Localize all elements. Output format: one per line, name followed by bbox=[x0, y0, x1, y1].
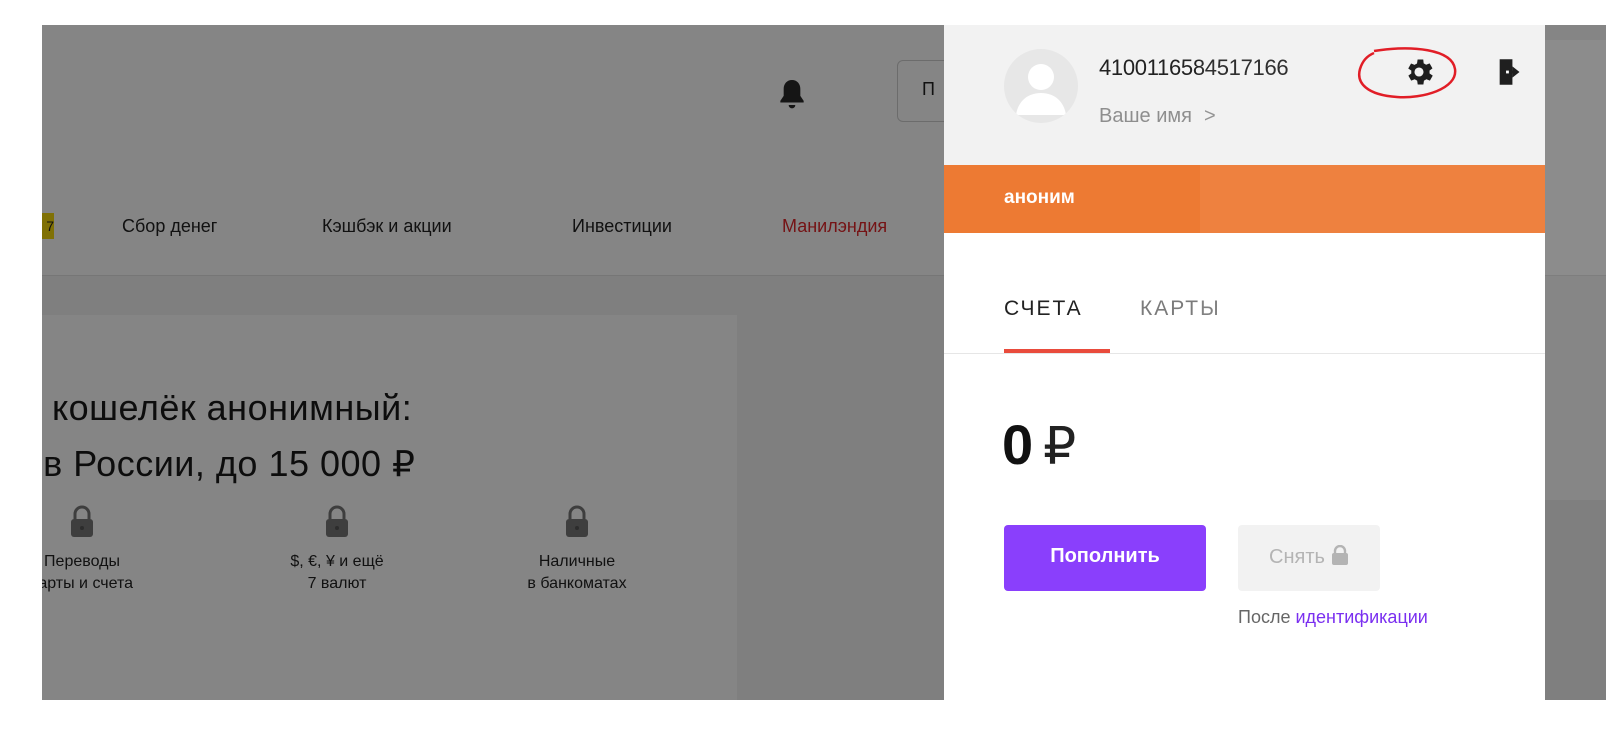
withdraw-label: Снять bbox=[1269, 546, 1325, 568]
tab-accounts[interactable]: СЧЕТА bbox=[1004, 297, 1083, 321]
status-text: аноним bbox=[1004, 187, 1075, 208]
name-link[interactable]: Ваше имя > bbox=[1099, 105, 1216, 128]
topup-button[interactable]: Пополнить bbox=[1004, 525, 1206, 591]
identification-note-prefix: После bbox=[1238, 607, 1291, 627]
identification-note: После идентификации bbox=[1238, 607, 1428, 628]
balance: 0 ₽ bbox=[1002, 410, 1076, 482]
balance-currency: ₽ bbox=[1043, 418, 1077, 476]
identification-link[interactable]: идентификации bbox=[1295, 607, 1427, 627]
avatar-icon bbox=[1016, 64, 1066, 115]
name-link-label: Ваше имя bbox=[1099, 105, 1192, 127]
lock-icon bbox=[1331, 545, 1348, 565]
avatar[interactable] bbox=[1004, 49, 1078, 123]
withdraw-button[interactable]: Снять bbox=[1238, 525, 1380, 591]
balance-amount: 0 bbox=[1002, 413, 1034, 476]
tab-active-indicator bbox=[1004, 349, 1110, 353]
panel-ghost-overlay bbox=[1200, 40, 1606, 500]
